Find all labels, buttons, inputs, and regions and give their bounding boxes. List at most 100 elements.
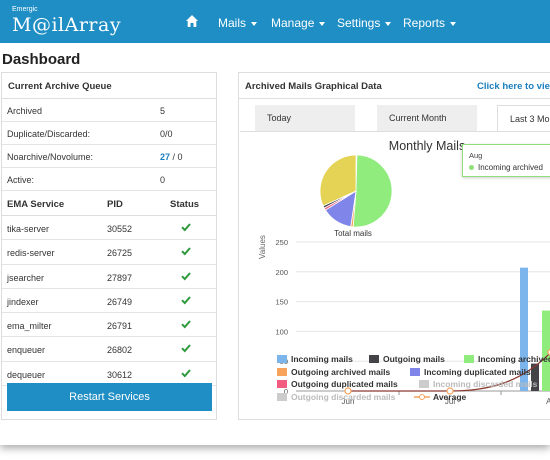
logo[interactable]: Emergic M@ilArray: [12, 6, 121, 36]
table-row: enqueuer 26802: [2, 337, 216, 362]
home-icon[interactable]: [185, 14, 199, 28]
restart-services-button[interactable]: Restart Services: [7, 383, 212, 411]
legend-item-outgoing-duplicated[interactable]: Outgoing duplicated mails: [277, 379, 398, 389]
chart-tooltip: Aug Incoming archived: [462, 144, 550, 177]
service-name: jsearcher: [7, 272, 45, 283]
queue-row-value: 0: [160, 175, 166, 185]
tooltip-text: Incoming archived: [478, 163, 543, 172]
service-pid: 26725: [107, 248, 133, 259]
legend-item-incoming-discarded[interactable]: Incoming discarded mails: [419, 379, 537, 389]
nav-manage-label: Manage: [271, 16, 315, 30]
y-tick-label: 200: [275, 268, 288, 277]
logo-text: M@ilArray: [12, 14, 122, 36]
legend-swatch: [277, 355, 287, 363]
queue-panel-title: Current Archive Queue: [2, 73, 216, 99]
legend-label: Incoming mails: [291, 354, 353, 364]
legend-item-average[interactable]: Average: [414, 392, 466, 402]
legend-item-outgoing-archived[interactable]: Outgoing archived mails: [277, 367, 390, 377]
nav-settings[interactable]: Settings: [337, 16, 392, 30]
queue-row-value: 5: [160, 106, 166, 116]
legend-line-swatch: [414, 394, 430, 400]
queue-row: Duplicate/Discarded: 0/0: [2, 122, 216, 145]
service-name: jindexer: [7, 296, 39, 307]
queue-row-label: Duplicate/Discarded:: [7, 129, 91, 139]
nav-mails[interactable]: Mails: [218, 16, 258, 30]
service-name: enqueuer: [7, 345, 46, 356]
services-table-body: tika-server 30552 redis-server 26725 jsearch…: [2, 216, 216, 387]
check-icon: [181, 223, 191, 232]
legend-swatch: [369, 355, 379, 363]
queue-row-label: Active:: [7, 175, 35, 185]
col-header-status: Status: [170, 199, 200, 210]
nav-reports-label: Reports: [403, 16, 446, 30]
legend-item-incoming-archived[interactable]: Incoming archived mails: [464, 354, 550, 364]
service-name: tika-server: [7, 224, 50, 234]
graph-panel-header: Archived Mails Graphical Data Click here…: [239, 73, 550, 99]
legend-swatch: [419, 380, 429, 388]
chevron-down-icon: [450, 21, 457, 26]
nav-settings-label: Settings: [337, 16, 381, 30]
check-icon: [181, 369, 191, 378]
queue-row: Noarchive/Novolume: 27 / 0: [2, 145, 216, 168]
tooltip-series: Incoming archived: [469, 163, 543, 172]
service-name: dequeuer: [7, 369, 46, 380]
legend-label: Incoming archived mails: [478, 354, 550, 364]
logo-small-text: Emergic: [12, 6, 38, 13]
nav-manage[interactable]: Manage: [271, 16, 326, 30]
x-tick-label: Au: [546, 397, 550, 406]
tab-last-3-month[interactable]: Last 3 Month: [497, 105, 550, 131]
service-pid: 30612: [107, 369, 133, 380]
service-pid: 30552: [107, 224, 133, 234]
queue-row: Archived 5: [2, 99, 216, 122]
tab-current-month[interactable]: Current Month: [377, 105, 477, 131]
pie-slice: [352, 154, 393, 228]
legend-label: Incoming discarded mails: [433, 379, 538, 389]
legend-item-incoming-duplicated[interactable]: Incoming duplicated mails: [410, 367, 531, 377]
noarchive-count-link[interactable]: 27: [160, 152, 170, 162]
pie-title: Total mails: [334, 229, 372, 238]
table-row: jsearcher 27897: [2, 265, 216, 289]
table-row: jindexer 26749: [2, 289, 216, 314]
table-row: tika-server 30552: [2, 216, 216, 241]
legend-label: Outgoing discarded mails: [291, 392, 396, 402]
legend-swatch: [464, 355, 474, 363]
chart-title: Monthly Mails: [389, 139, 465, 153]
nav-mails-label: Mails: [218, 16, 247, 30]
legend-swatch: [277, 368, 287, 376]
service-pid: 27897: [107, 272, 133, 283]
check-icon: [181, 320, 191, 329]
legend-item-outgoing-discarded[interactable]: Outgoing discarded mails: [277, 392, 395, 402]
y-tick-label: 250: [275, 238, 288, 247]
view-details-link[interactable]: Click here to view: [477, 81, 550, 92]
legend-label: Outgoing duplicated mails: [291, 379, 398, 389]
tab-today[interactable]: Today: [255, 105, 355, 131]
archive-queue-panel: Current Archive Queue Archived 5 Duplica…: [1, 72, 217, 420]
tooltip-dot: [469, 165, 474, 170]
nav-reports[interactable]: Reports: [403, 16, 457, 30]
legend-swatch: [277, 393, 287, 401]
y-tick-label: 150: [275, 298, 288, 307]
total-mails-pie: [319, 154, 393, 228]
legend-item-outgoing[interactable]: Outgoing mails: [369, 354, 445, 364]
legend-label: Average: [433, 392, 467, 402]
graph-panel: Archived Mails Graphical Data Click here…: [238, 72, 550, 420]
legend-item-incoming[interactable]: Incoming mails: [277, 354, 353, 364]
y-tick-label: 100: [275, 327, 288, 336]
legend-label: Outgoing archived mails: [291, 367, 391, 377]
check-icon: [181, 344, 191, 353]
service-pid: 26791: [107, 321, 133, 332]
queue-row-label: Archived: [7, 106, 43, 116]
queue-row: Active: 0: [2, 168, 216, 191]
legend-label: Incoming duplicated mails: [424, 367, 531, 377]
tooltip-title: Aug: [469, 151, 483, 160]
legend-swatch: [277, 380, 287, 388]
novolume-count: / 0: [170, 152, 183, 162]
table-row: ema_milter 26791: [2, 313, 216, 338]
service-name: ema_milter: [7, 321, 52, 332]
chevron-down-icon: [251, 21, 258, 26]
queue-row-label: Noarchive/Novolume:: [7, 152, 94, 162]
top-navbar: Emergic M@ilArray Mails Manage Settings …: [0, 0, 550, 43]
service-pid: 26749: [107, 296, 133, 307]
services-table-header: EMA Service PID Status: [2, 191, 216, 216]
app-window: Emergic M@ilArray Mails Manage Settings …: [0, 0, 550, 445]
